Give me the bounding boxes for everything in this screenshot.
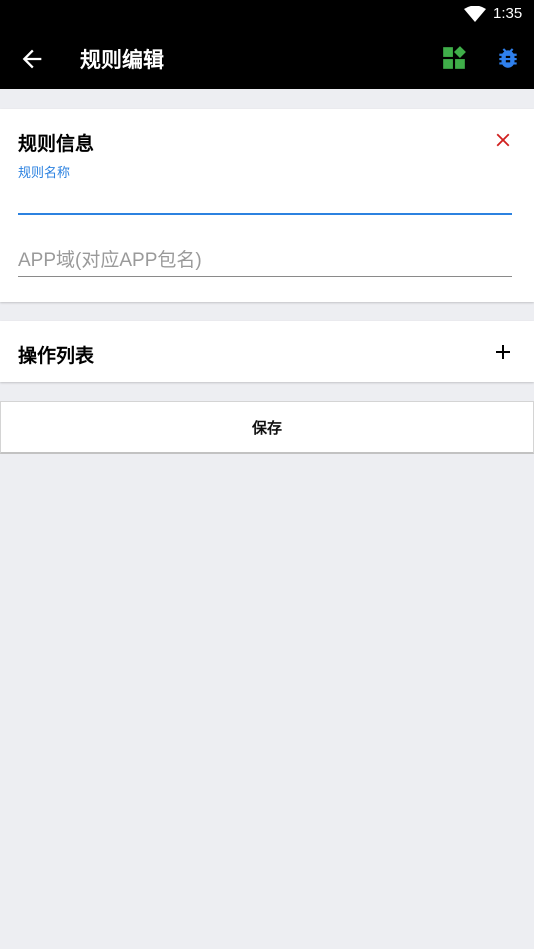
operations-heading: 操作列表 [18, 345, 95, 367]
plus-icon[interactable] [491, 340, 515, 364]
widgets-icon[interactable] [441, 45, 467, 71]
app-bar: 规则编辑 [0, 28, 534, 89]
bug-icon[interactable] [495, 45, 521, 71]
rule-name-input[interactable] [18, 183, 512, 215]
operations-card: 操作列表 [0, 321, 534, 382]
wifi-icon [464, 6, 486, 22]
save-button[interactable]: 保存 [0, 401, 534, 454]
rule-info-card: 规则信息 规则名称 [0, 109, 534, 302]
rule-info-heading: 规则信息 [18, 133, 95, 155]
rule-name-label: 规则名称 [18, 166, 71, 181]
close-icon[interactable] [492, 129, 514, 151]
arrow-back-icon[interactable] [18, 45, 46, 73]
app-domain-input[interactable] [18, 245, 512, 277]
page-title: 规则编辑 [80, 48, 164, 72]
status-bar: 1:35 [0, 0, 534, 28]
status-time: 1:35 [493, 5, 523, 22]
